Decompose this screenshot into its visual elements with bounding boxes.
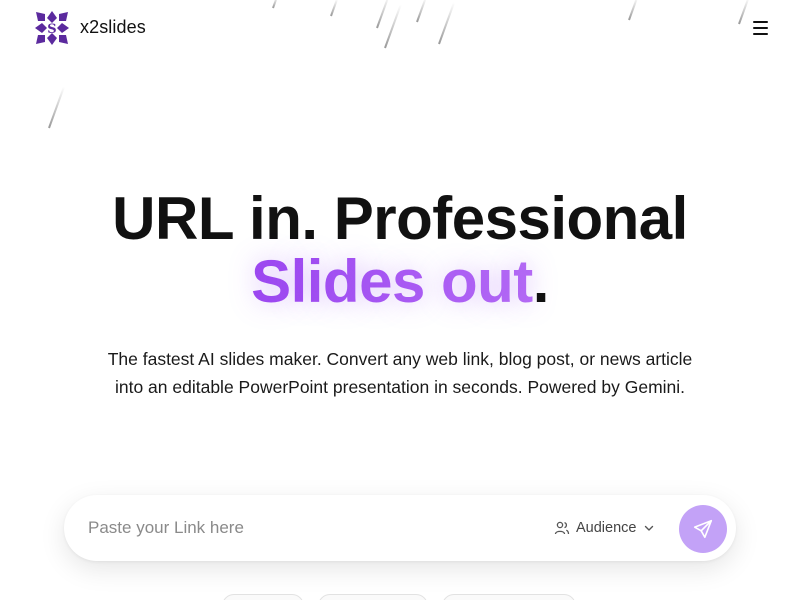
suggestion-chip[interactable]: [318, 594, 428, 600]
send-button[interactable]: [679, 505, 727, 553]
brand-name[interactable]: x2slides: [80, 17, 146, 38]
users-icon: [554, 521, 570, 535]
logo-icon: S: [35, 11, 69, 45]
hero-title-period: .: [532, 248, 550, 315]
hero-title-accent: Slides out: [251, 248, 533, 315]
top-nav: S x2slides: [0, 0, 800, 56]
hero-title-line2: Slides out.: [0, 251, 800, 313]
audience-label: Audience: [576, 520, 637, 536]
brand-logo[interactable]: S: [33, 9, 71, 47]
url-input[interactable]: [88, 513, 518, 543]
send-icon: [693, 519, 713, 539]
url-input-bar: Audience: [64, 495, 736, 561]
logo-letter: S: [47, 22, 56, 37]
chevron-down-icon: [645, 525, 654, 531]
hero-subtitle-line1: The fastest AI slides maker. Convert any…: [107, 349, 693, 369]
suggestion-chip[interactable]: [442, 594, 576, 600]
decorative-streak: [48, 86, 65, 129]
suggestion-chip[interactable]: [222, 594, 304, 600]
hero-subtitle-line2: into an editable PowerPoint presentation…: [114, 377, 686, 397]
audience-dropdown[interactable]: Audience: [554, 515, 656, 541]
page: S x2slides URL in. Professional Slides o…: [0, 0, 800, 600]
hamburger-menu-icon[interactable]: [748, 16, 772, 40]
hero-subtitle: The fastest AI slides maker. Convert any…: [0, 345, 800, 401]
hero-title-line1: URL in. Professional: [112, 185, 688, 252]
